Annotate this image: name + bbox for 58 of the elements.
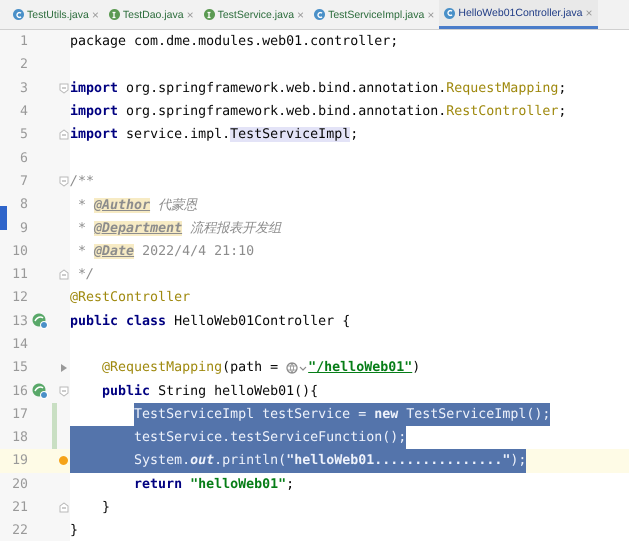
code-line: public class HelloWeb01Controller { (70, 314, 350, 329)
line-number: 19 (11, 453, 28, 468)
line-number: 8 (19, 197, 28, 212)
intention-dot[interactable] (59, 456, 68, 466)
code-line: testService.testServiceFunction(); (133, 430, 406, 446)
line-number: 16 (11, 384, 28, 399)
fold-icon[interactable] (58, 502, 68, 514)
line-number: 10 (11, 244, 28, 259)
code-line: import org.springframework.web.bind.annotation.RequestMapping; (70, 80, 566, 96)
bean-icon[interactable] (31, 382, 49, 400)
side-marker (0, 206, 7, 230)
fold-icon[interactable] (58, 82, 68, 94)
code-line: } (70, 523, 78, 538)
line-number: 9 (19, 220, 28, 236)
line-number: 12 (11, 290, 28, 306)
line-number: 18 (11, 430, 28, 446)
code-line: System.out.println("helloWeb01................"); (133, 453, 526, 468)
line-number: 15 (11, 360, 28, 376)
code-line: package com.dme.modules.web01.controller; (70, 34, 398, 50)
editor-tab[interactable]: TestService.java × (198, 0, 310, 29)
fold-icon[interactable] (58, 269, 68, 280)
code-line: */ (77, 267, 94, 282)
fold-icon[interactable] (58, 176, 68, 187)
line-number: 3 (19, 80, 28, 96)
line-number: 20 (11, 476, 28, 492)
line-number: 17 (11, 406, 28, 422)
line-number: 11 (11, 267, 28, 282)
line-number: 4 (19, 104, 28, 120)
line-number: 2 (19, 57, 28, 72)
code-line: } (101, 500, 110, 516)
code-line: * @Date 2022/4/4 21:10 (77, 244, 254, 259)
code-line: @RequestMapping(path = "/helloWeb01") (101, 360, 420, 376)
code-line: TestServiceImpl testService = new TestServiceImpl(); (133, 406, 550, 422)
editor-tab[interactable]: TestUtils.java × (8, 0, 104, 29)
line-number: 1 (19, 34, 28, 50)
line-number: 22 (11, 523, 28, 538)
editor-tab[interactable]: HelloWeb01Controller.java × (439, 0, 598, 29)
code-line: import service.impl.TestServiceImpl; (70, 127, 358, 142)
code-line: import org.springframework.web.bind.annotation.RestController; (70, 104, 566, 120)
globe-icon[interactable] (286, 362, 308, 374)
code-line: @RestController (70, 290, 190, 306)
line-number: 6 (19, 150, 28, 166)
line-number: 14 (11, 337, 28, 352)
code-line: * @Department 流程报表开发组 (77, 220, 282, 238)
line-number: 5 (19, 127, 28, 142)
code-line: /** (70, 174, 94, 189)
line-number: 7 (19, 174, 28, 189)
code-line: * @Author 代蒙恩 (77, 196, 198, 214)
line-number: 21 (11, 500, 28, 516)
expand-arrow-icon[interactable] (60, 362, 68, 373)
code-line: public String helloWeb01(){ (101, 384, 318, 399)
bean-icon[interactable] (31, 312, 49, 330)
fold-icon[interactable] (58, 129, 68, 140)
line-number: 13 (11, 314, 28, 329)
code-line: return "helloWeb01"; (133, 476, 294, 492)
editor-tab[interactable]: TestDao.java × (104, 0, 199, 29)
fold-icon[interactable] (58, 386, 68, 397)
editor-tab[interactable]: TestServiceImpl.java × (309, 0, 440, 29)
